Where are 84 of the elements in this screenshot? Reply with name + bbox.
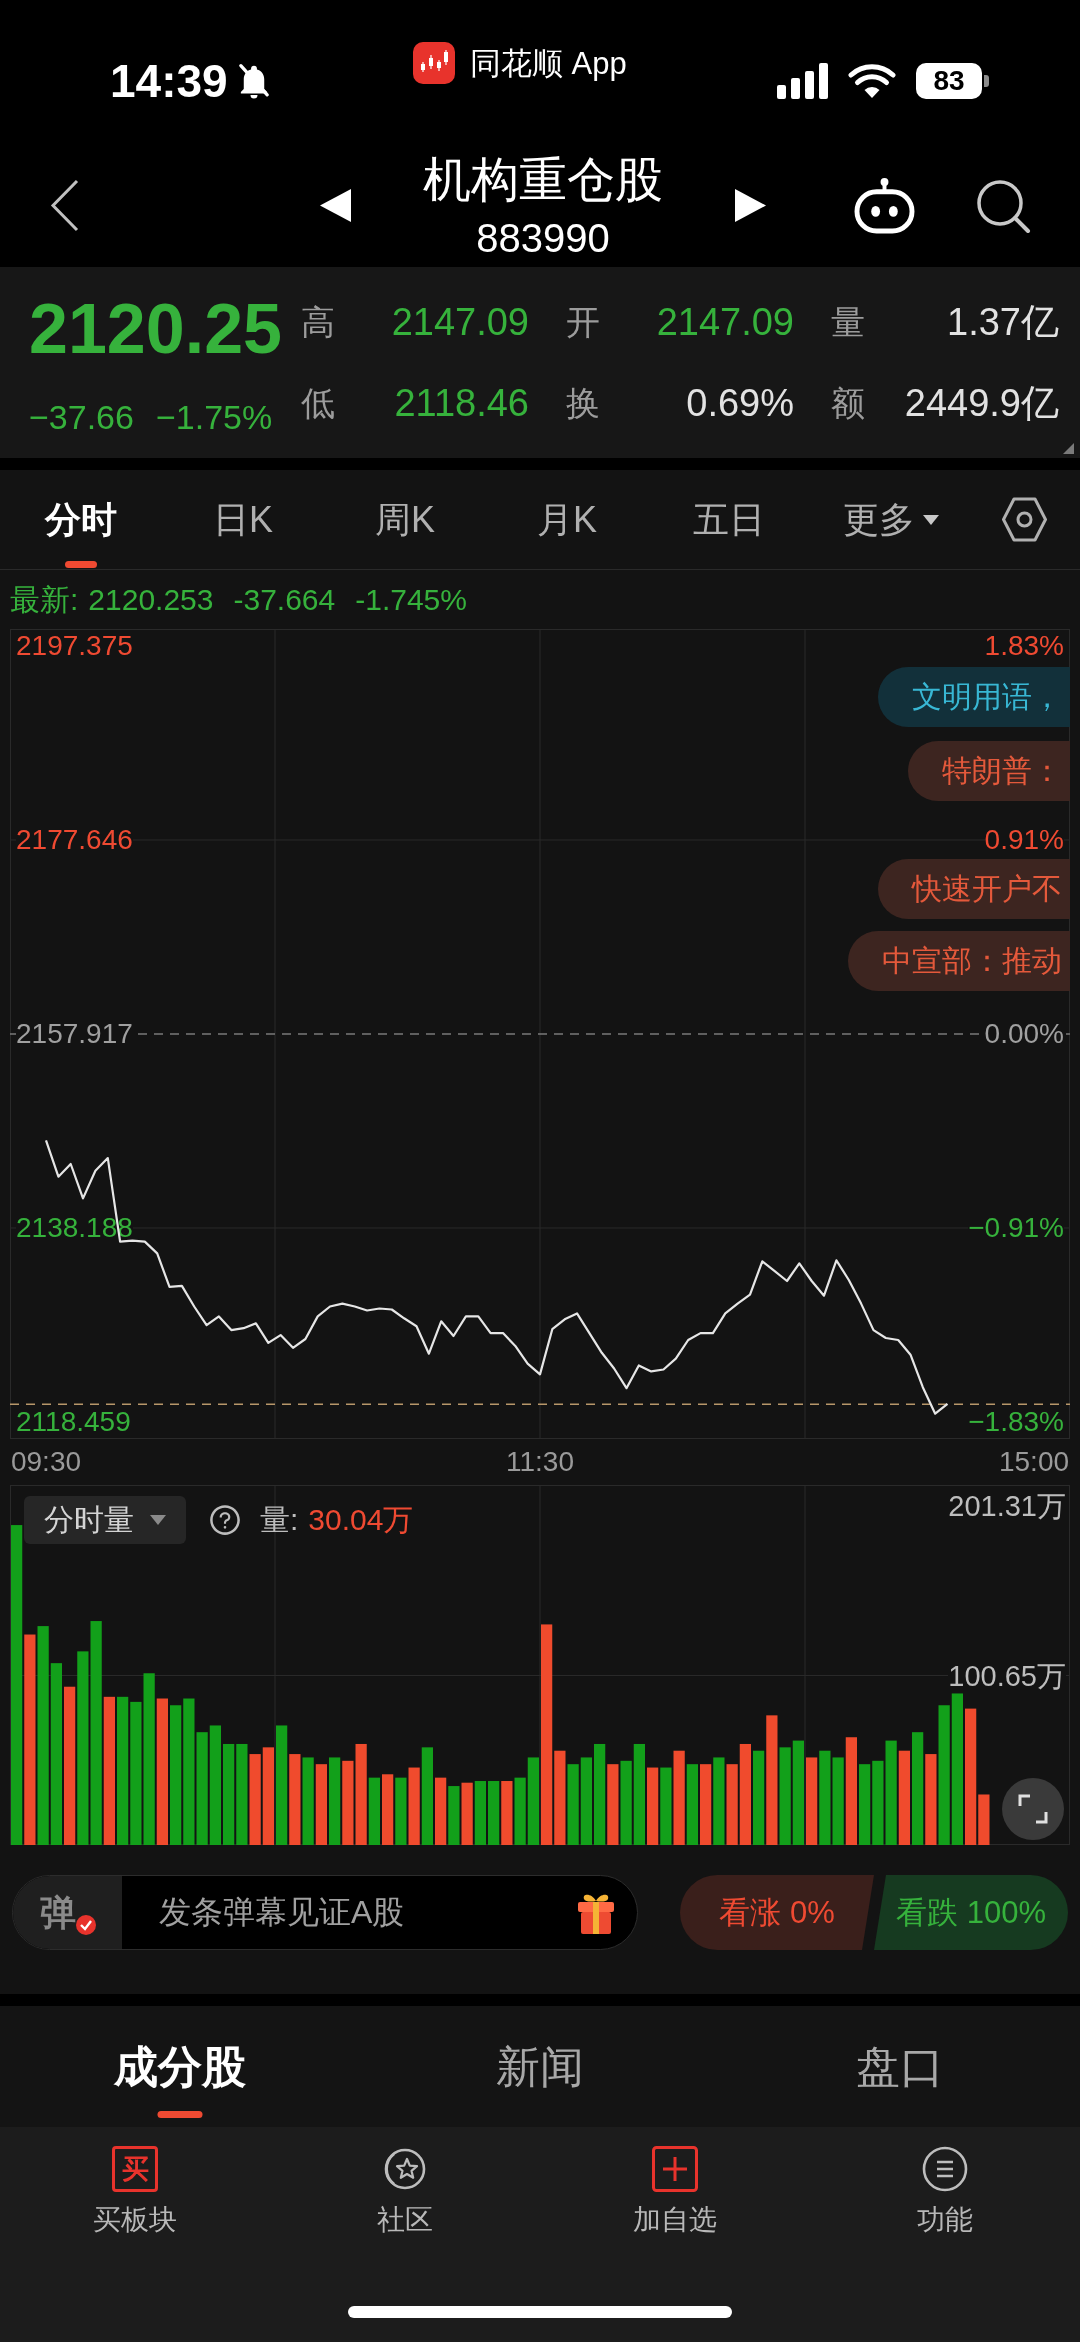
app-icon (413, 42, 455, 84)
danmaku-field[interactable]: 弹 发条弹幕见证A股 (12, 1875, 638, 1950)
triangle-left-icon (320, 189, 351, 222)
stat-label: 换 (566, 383, 600, 424)
volume-bar (395, 1777, 407, 1845)
price-change-percent: −1.75% (155, 397, 273, 438)
time-axis-label: 11:30 (506, 1447, 574, 1477)
stat-value: 2147.09 (391, 300, 529, 345)
section-tab[interactable]: 成分股 (0, 2006, 360, 2127)
danmaku-bubble: 快速开户不 (878, 859, 1070, 919)
time-axis-label: 09:30 (10, 1447, 82, 1477)
volume-value: 30.04万 (308, 1505, 414, 1535)
stat-label: 开 (566, 302, 600, 343)
danmaku-bubble: 文明用语， (878, 667, 1070, 727)
volume-bar (382, 1774, 394, 1845)
triangle-right-icon (735, 189, 766, 222)
toolbar-item[interactable]: 社区 (377, 2146, 433, 2236)
back-button[interactable] (50, 179, 80, 232)
chart-tab[interactable]: 更多 (810, 470, 972, 569)
app-name: 同花顺 App (470, 47, 627, 79)
volume-bar (514, 1777, 526, 1845)
index-title: 机构重仓股 (423, 152, 663, 208)
signal-icon (777, 63, 828, 99)
volume-bar (435, 1777, 447, 1845)
wifi-icon (848, 63, 896, 99)
time-axis-label: 15:00 (998, 1447, 1070, 1477)
stat-label: 高 (301, 302, 335, 343)
danmaku-toggle[interactable]: 弹 (13, 1876, 122, 1949)
settings-icon (1002, 497, 1047, 542)
toolbar-item[interactable]: 买 买板块 (93, 2146, 177, 2236)
volume-bar (461, 1782, 473, 1845)
volume-axis-label: 201.31万 (948, 1491, 1066, 1521)
volume-bar (501, 1781, 513, 1845)
buy-icon: 买 (112, 2146, 158, 2192)
stat-label: 低 (301, 383, 335, 424)
menu-icon (922, 2146, 968, 2192)
assistant-button[interactable] (853, 177, 916, 234)
danmaku-bubble: 特朗普： (908, 741, 1070, 801)
chart-tab[interactable]: 日K (162, 470, 324, 569)
sentiment-button[interactable]: 看跌 100% (874, 1875, 1068, 1950)
index-code: 883990 (476, 216, 610, 260)
stat-value: 2449.9亿 (904, 381, 1059, 426)
latest-change-percent: -1.745% (355, 585, 467, 614)
latest-price: 2120.253 (88, 585, 214, 614)
stat-label: 额 (831, 383, 865, 424)
price-change: −37.66 (29, 397, 134, 438)
stat-value: 2147.09 (656, 300, 794, 345)
status-time: 14:39 (110, 58, 228, 104)
corner-triangle-icon (1063, 443, 1074, 454)
volume-bar (474, 1781, 486, 1845)
chart-tab[interactable]: 周K (324, 470, 486, 569)
help-icon[interactable] (208, 1503, 242, 1537)
previous-button[interactable] (320, 189, 351, 222)
stat-value: 1.37亿 (947, 300, 1059, 345)
volume-bar (448, 1786, 460, 1845)
search-icon (975, 177, 1031, 234)
fullscreen-icon (1018, 1794, 1048, 1824)
plus-square-icon (652, 2146, 698, 2192)
caret-down-icon (923, 514, 939, 525)
search-button[interactable] (975, 177, 1031, 234)
settings-button[interactable] (1002, 497, 1047, 542)
toolbar-item[interactable]: 功能 (917, 2146, 973, 2236)
robot-icon (853, 177, 916, 234)
chart-tab[interactable]: 分时 (0, 470, 162, 569)
stat-value: 2118.46 (394, 381, 529, 426)
check-badge-icon (75, 1915, 96, 1935)
last-price: 2120.25 (29, 289, 283, 370)
stat-label: 量 (831, 302, 865, 343)
chevron-left-icon (50, 179, 80, 232)
chart-tab[interactable]: 五日 (648, 470, 810, 569)
next-button[interactable] (735, 189, 766, 222)
sentiment-button[interactable]: 看涨 0% (680, 1875, 874, 1950)
section-tab[interactable]: 新闻 (360, 2006, 720, 2127)
section-tab[interactable]: 盘口 (720, 2006, 1080, 2127)
chart-tab[interactable]: 月K (486, 470, 648, 569)
caret-down-icon (150, 1515, 166, 1525)
danmaku-bubble: 中宣部：推动 (848, 931, 1070, 991)
stat-value: 0.69% (686, 381, 794, 426)
toolbar-item[interactable]: 加自选 (633, 2146, 717, 2236)
latest-label: 最新: (10, 585, 79, 614)
volume-label: 量: (260, 1505, 299, 1535)
volume-bar (488, 1781, 500, 1845)
latest-change: -37.664 (233, 585, 336, 614)
volume-type-dropdown[interactable]: 分时量 (24, 1496, 186, 1544)
